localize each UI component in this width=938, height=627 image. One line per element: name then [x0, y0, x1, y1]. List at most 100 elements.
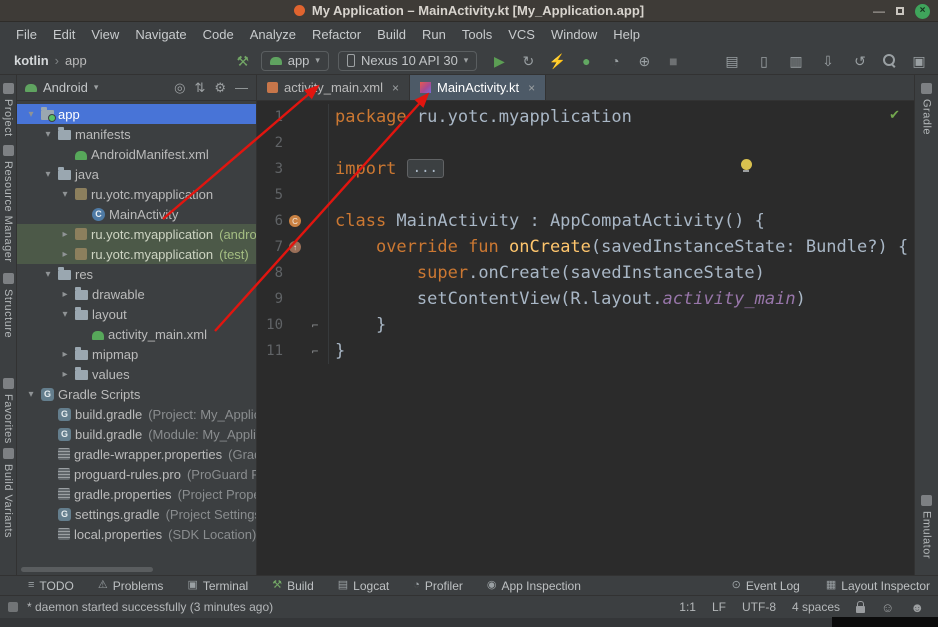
line-number[interactable]: 3: [257, 161, 283, 177]
chevron-expanded-icon[interactable]: ▾: [59, 189, 71, 200]
settings-gear-icon[interactable]: ⚙: [214, 81, 226, 94]
apply-changes-icon[interactable]: ↻: [519, 54, 537, 68]
menu-file[interactable]: File: [8, 24, 45, 45]
chevron-expanded-icon[interactable]: ▾: [42, 129, 54, 140]
tree-item-gradle-scripts[interactable]: ▾GGradle Scripts: [17, 384, 256, 404]
gutter[interactable]: 10 ⌐: [257, 312, 329, 338]
code-line-11[interactable]: 11⌐}: [257, 338, 914, 364]
class-gutter-icon[interactable]: C: [283, 215, 307, 227]
stop-icon[interactable]: ■: [664, 54, 682, 68]
sdk-manager-icon[interactable]: ⇩: [819, 54, 837, 68]
tab-activity-main-xml[interactable]: activity_main.xml×: [257, 75, 410, 100]
code-line-9[interactable]: 9 setContentView(R.layout.activity_main): [257, 286, 914, 312]
chevron-expanded-icon[interactable]: ▾: [42, 169, 54, 180]
chevron-expanded-icon[interactable]: ▾: [25, 109, 37, 120]
tree-item-build-gradle-module-my-application-app[interactable]: Gbuild.gradle (Module: My_Application.ap…: [17, 424, 256, 444]
line-separator[interactable]: LF: [712, 600, 726, 614]
horizontal-scrollbar[interactable]: [21, 567, 153, 572]
tree-item-proguard-rules-pro-proguard-rules-for-app[interactable]: proguard-rules.pro (ProGuard Rules for "…: [17, 464, 256, 484]
gutter[interactable]: 5: [257, 182, 329, 208]
chevron-expanded-icon[interactable]: ▾: [25, 389, 37, 400]
restore-button[interactable]: [896, 5, 904, 17]
toolwindow-button-resource-manager[interactable]: Resource Manager: [0, 145, 16, 263]
chevron-collapsed-icon[interactable]: ▸: [59, 249, 71, 260]
run-icon[interactable]: ▶: [490, 54, 508, 68]
tree-item-gradle-properties-project-properties[interactable]: gradle.properties (Project Properties): [17, 484, 256, 504]
menu-build[interactable]: Build: [369, 24, 414, 45]
chevron-expanded-icon[interactable]: ▾: [59, 309, 71, 320]
menu-analyze[interactable]: Analyze: [242, 24, 304, 45]
code-line-3[interactable]: 3import ...: [257, 156, 914, 182]
breadcrumb-module[interactable]: app: [65, 53, 87, 68]
fold-end-icon[interactable]: ⌐: [307, 319, 323, 332]
toolwindow-layout-inspector[interactable]: ▦Layout Inspector: [826, 579, 930, 593]
toolwindow-button-project[interactable]: Project: [0, 83, 16, 137]
gutter[interactable]: 3: [257, 156, 329, 182]
run-config-combo[interactable]: app ▾: [261, 51, 329, 71]
line-number[interactable]: 8: [257, 265, 283, 281]
device-combo[interactable]: Nexus 10 API 30 ▾: [338, 51, 477, 71]
menu-edit[interactable]: Edit: [45, 24, 83, 45]
toolwindow-problems[interactable]: ⚠Problems: [98, 579, 164, 593]
gutter[interactable]: 2: [257, 130, 329, 156]
chevron-collapsed-icon[interactable]: ▸: [59, 229, 71, 240]
toolwindow-logcat[interactable]: ▤Logcat: [338, 579, 389, 593]
menu-code[interactable]: Code: [195, 24, 242, 45]
tree-item-gradle-wrapper-properties-gradle-version[interactable]: gradle-wrapper.properties (Gradle Versio…: [17, 444, 256, 464]
gutter[interactable]: 11⌐: [257, 338, 329, 364]
readonly-lock-icon[interactable]: [856, 606, 865, 613]
tree-item-mipmap[interactable]: ▸mipmap: [17, 344, 256, 364]
toolwindow-event-log[interactable]: ⊙Event Log: [732, 579, 800, 593]
avd-manager-icon[interactable]: ▥: [787, 54, 805, 68]
toolwindow-terminal[interactable]: ▣Terminal: [187, 579, 248, 593]
code-line-8[interactable]: 8 super.onCreate(savedInstanceState): [257, 260, 914, 286]
locate-file-icon[interactable]: ◎: [174, 81, 185, 94]
close-tab-icon[interactable]: ×: [528, 81, 535, 95]
menu-tools[interactable]: Tools: [454, 24, 500, 45]
menu-run[interactable]: Run: [414, 24, 454, 45]
search-everywhere-icon[interactable]: [883, 54, 896, 67]
gutter[interactable]: 1: [257, 104, 329, 130]
chevron-down-icon[interactable]: ▾: [94, 82, 99, 93]
tree-item-res[interactable]: ▾res: [17, 264, 256, 284]
tree-item-mainactivity[interactable]: CMainActivity: [17, 204, 256, 224]
tree-item-app[interactable]: ▾app: [17, 104, 256, 124]
indent-style[interactable]: 4 spaces: [792, 600, 840, 614]
folded-imports-region[interactable]: ...: [407, 159, 444, 178]
tree-item-build-gradle-project-my-application[interactable]: Gbuild.gradle (Project: My_Application): [17, 404, 256, 424]
tree-item-java[interactable]: ▾java: [17, 164, 256, 184]
line-number[interactable]: 7: [257, 239, 283, 255]
tree-item-ru-yotc-myapplication[interactable]: ▾ru.yotc.myapplication: [17, 184, 256, 204]
project-view-selector[interactable]: Android: [43, 80, 88, 95]
intention-bulb-icon[interactable]: [741, 159, 752, 170]
notifications-smiley-icon[interactable]: ☻: [910, 601, 924, 614]
attach-debugger-icon[interactable]: ⊕: [635, 54, 653, 68]
caret-position[interactable]: 1:1: [679, 600, 696, 614]
code-line-5[interactable]: 5: [257, 182, 914, 208]
inspection-ok-icon[interactable]: ✔: [889, 107, 900, 123]
line-number[interactable]: 10: [257, 317, 283, 333]
code-line-6[interactable]: 6Cclass MainActivity : AppCompatActivity…: [257, 208, 914, 234]
layout-validation-icon[interactable]: ▤: [723, 54, 741, 68]
fold-end-icon[interactable]: ⌐: [307, 345, 323, 358]
code-line-2[interactable]: 2: [257, 130, 914, 156]
chevron-collapsed-icon[interactable]: ▸: [59, 369, 71, 380]
tree-item-activity-main-xml[interactable]: activity_main.xml: [17, 324, 256, 344]
tree-item-ru-yotc-myapplication-androidtest[interactable]: ▸ru.yotc.myapplication (androidTest): [17, 224, 256, 244]
breadcrumb-project[interactable]: kotlin: [14, 53, 49, 68]
toolwindow-profiler[interactable]: ◔Profiler: [413, 579, 463, 593]
toolwindow-build[interactable]: ⚒Build: [272, 579, 314, 593]
file-encoding[interactable]: UTF-8: [742, 600, 776, 614]
make-project-icon[interactable]: ⚒: [234, 54, 252, 68]
gutter[interactable]: 9: [257, 286, 329, 312]
line-number[interactable]: 1: [257, 109, 283, 125]
toolwindow-button-structure[interactable]: Structure: [0, 273, 16, 338]
gradle-sync-icon[interactable]: ↺: [851, 54, 869, 68]
notifications-icon[interactable]: ▣: [910, 54, 928, 68]
toolwindow-button-gradle[interactable]: Gradle: [915, 83, 938, 135]
debug-icon[interactable]: ●: [577, 54, 595, 68]
close-button[interactable]: ×: [915, 4, 930, 19]
menu-view[interactable]: View: [83, 24, 127, 45]
collapse-all-icon[interactable]: ⇅: [194, 81, 205, 94]
tree-item-androidmanifest-xml[interactable]: AndroidManifest.xml: [17, 144, 256, 164]
